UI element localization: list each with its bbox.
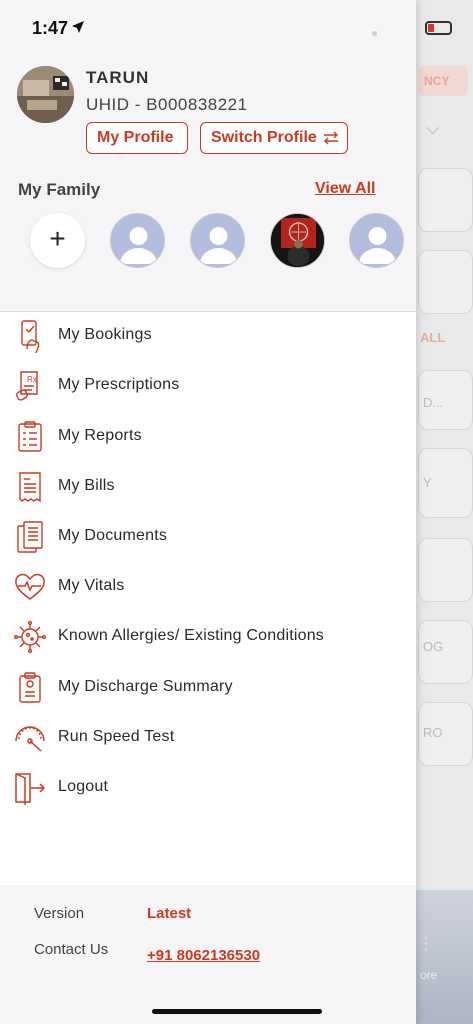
family-title: My Family — [18, 180, 101, 199]
menu-item-known-allergies[interactable]: Known Allergies/ Existing Conditions — [0, 612, 416, 662]
logout-icon — [13, 771, 47, 805]
contact-label: Contact Us — [34, 941, 109, 958]
contact-phone-link[interactable]: +91 8062136530 — [147, 947, 260, 964]
person-placeholder-icon — [111, 214, 164, 267]
home-indicator — [152, 1009, 322, 1014]
menu-item-my-prescriptions[interactable]: Rx My Prescriptions — [0, 361, 416, 411]
family-member-avatar[interactable] — [190, 213, 245, 268]
family-member-photo — [271, 214, 324, 267]
background-chip: NCY — [418, 66, 468, 96]
bills-icon — [13, 470, 47, 504]
family-member-avatar[interactable] — [349, 213, 404, 268]
user-uhid: UHID - B000838221 — [86, 95, 248, 114]
navigation-drawer: 1:47 TARUN UHID - B000838221 My Profile … — [0, 0, 416, 1024]
virus-icon — [13, 620, 47, 654]
menu-item-label: My Prescriptions — [58, 376, 180, 393]
background-card: Y — [418, 448, 473, 518]
background-more-label: ore — [420, 968, 438, 982]
menu-item-my-bills[interactable]: My Bills — [0, 462, 416, 512]
switch-profile-label: Switch Profile — [211, 129, 317, 146]
person-placeholder-icon — [350, 214, 403, 267]
drawer-header: 1:47 TARUN UHID - B000838221 My Profile … — [0, 0, 416, 312]
background-card: OG — [418, 620, 473, 684]
menu-item-label: Logout — [58, 778, 109, 795]
menu-item-logout[interactable]: Logout — [0, 763, 416, 813]
clipboard-icon — [13, 671, 47, 705]
user-name: TARUN — [86, 68, 150, 87]
svg-text:Rx: Rx — [27, 375, 37, 384]
prescription-icon: Rx — [13, 369, 47, 403]
battery-icon — [425, 21, 452, 35]
reports-icon — [13, 420, 47, 454]
background-card — [418, 538, 473, 602]
menu-item-my-vitals[interactable]: My Vitals — [0, 562, 416, 612]
my-profile-button[interactable]: My Profile — [86, 122, 188, 154]
view-all-link[interactable]: View All — [315, 180, 375, 198]
version-value: Latest — [147, 905, 192, 922]
menu-item-label: My Vitals — [58, 577, 125, 594]
menu-item-label: My Discharge Summary — [58, 678, 233, 695]
background-card: D... — [418, 370, 473, 430]
background-link: ALL — [420, 330, 446, 345]
my-profile-label: My Profile — [97, 129, 174, 146]
more-icon: · · · — [423, 929, 429, 958]
location-arrow-icon — [71, 20, 85, 39]
person-placeholder-icon — [191, 214, 244, 267]
background-card — [418, 168, 473, 232]
drawer-footer: Version Latest Contact Us +91 8062136530 — [0, 885, 416, 1024]
family-member-avatar[interactable] — [110, 213, 165, 268]
family-member-avatar[interactable] — [270, 213, 325, 268]
menu-item-discharge-summary[interactable]: My Discharge Summary — [0, 663, 416, 713]
status-dot — [372, 31, 377, 36]
menu-item-label: Known Allergies/ Existing Conditions — [58, 627, 325, 644]
background-card: RO — [418, 702, 473, 766]
menu-item-my-documents[interactable]: My Documents — [0, 512, 416, 562]
menu-item-my-reports[interactable]: My Reports — [0, 412, 416, 462]
background-card — [418, 250, 473, 314]
switch-profile-button[interactable]: Switch Profile — [200, 122, 348, 154]
swap-arrows-icon — [322, 131, 340, 150]
version-label: Version — [34, 905, 85, 922]
user-avatar[interactable] — [17, 66, 74, 123]
menu-item-my-bookings[interactable]: My Bookings — [0, 311, 416, 361]
menu-item-label: My Documents — [58, 527, 168, 544]
menu-item-run-speed-test[interactable]: Run Speed Test — [0, 713, 416, 763]
menu-item-label: My Reports — [58, 427, 142, 444]
status-time: 1:47 — [32, 18, 69, 38]
documents-icon — [13, 520, 47, 554]
bookings-icon — [13, 319, 47, 354]
speedometer-icon — [13, 721, 47, 755]
menu-item-label: Run Speed Test — [58, 728, 175, 745]
chevron-down-icon: ⌵ — [426, 118, 440, 138]
menu-item-label: My Bills — [58, 477, 115, 494]
add-family-member-button[interactable]: + — [30, 213, 85, 268]
menu-item-label: My Bookings — [58, 326, 152, 343]
heart-pulse-icon — [13, 570, 47, 604]
